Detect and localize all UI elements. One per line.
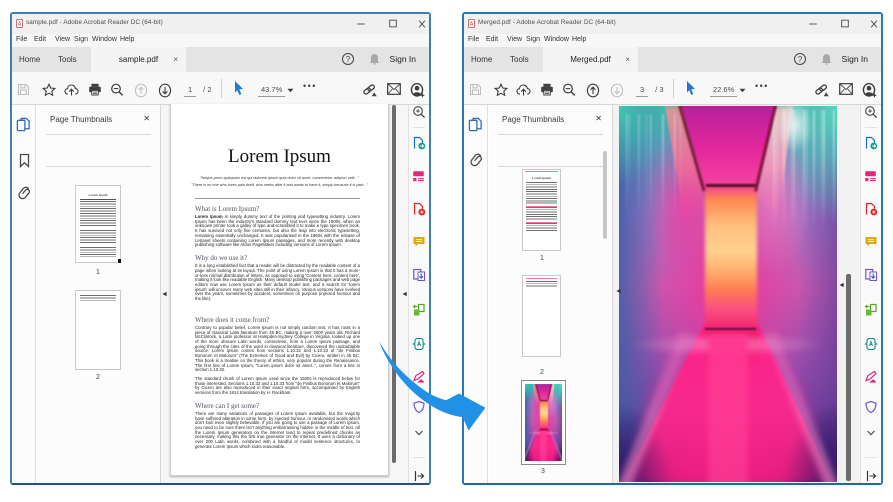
svg-text:A: A: [470, 21, 474, 27]
svg-text:A: A: [18, 21, 22, 27]
